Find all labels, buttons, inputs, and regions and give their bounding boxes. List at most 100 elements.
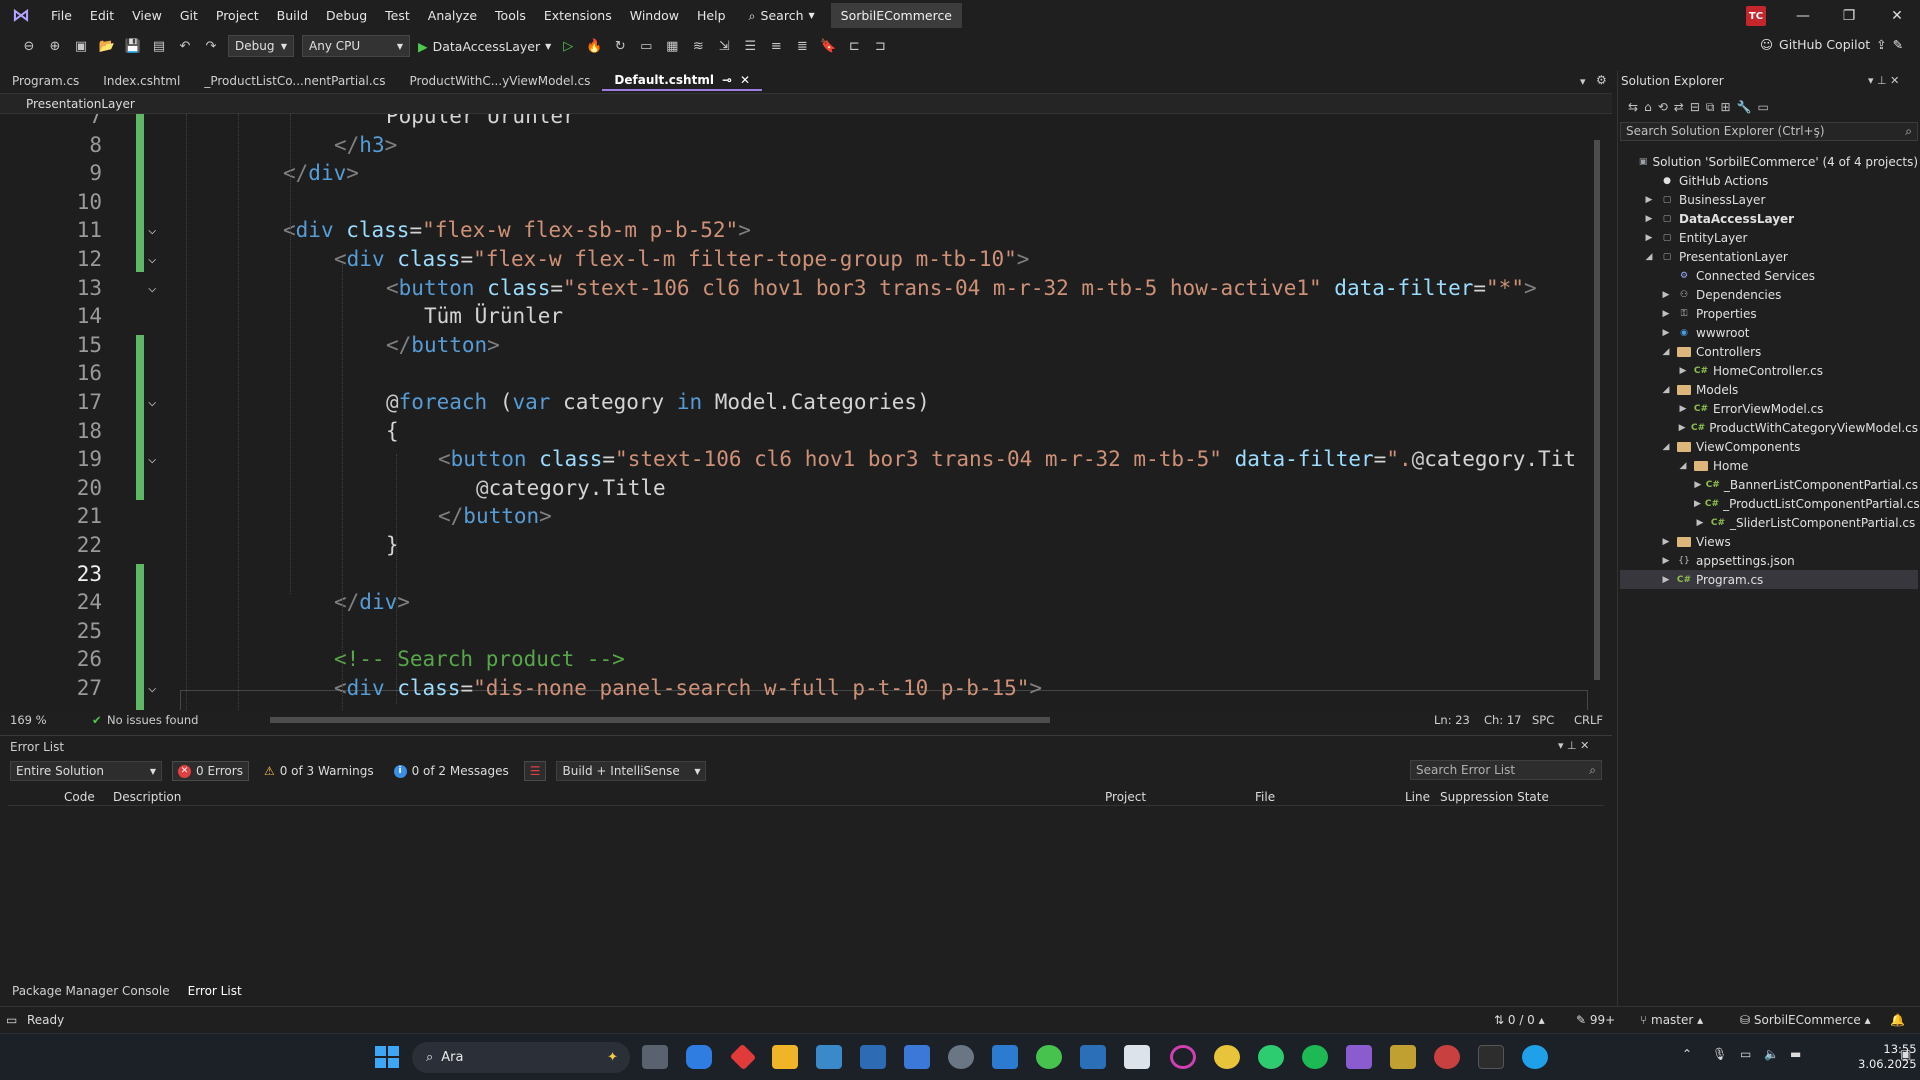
code-line[interactable]: 26 <!-- Search product --> [0,645,1600,674]
tree-item[interactable]: ▶ ◉ wwwroot [1660,323,1918,342]
tree-item[interactable]: ◢ Home [1677,456,1918,475]
chrome-profile-icon[interactable] [1434,1045,1460,1069]
expand-arrow-icon[interactable]: ▶ [1694,499,1701,509]
warnings-filter-button[interactable]: ⚠ 0 of 3 Warnings [259,761,379,781]
outline-icon[interactable]: ☰ [741,39,759,54]
undo-icon[interactable]: ↶ [176,39,194,54]
expand-arrow-icon[interactable]: ▶ [1694,518,1706,528]
code-line[interactable]: 7 Popüler Ürünler [0,114,1600,131]
expand-arrow-icon[interactable]: ▶ [1677,366,1689,376]
menu-test[interactable]: Test [376,8,419,23]
forward-icon[interactable]: ⊕ [46,39,64,54]
tab-index-cshtml[interactable]: Index.cshtml [91,71,192,91]
save-icon[interactable]: 💾 [124,39,142,54]
visual-studio-icon[interactable] [1346,1045,1372,1069]
tree-item[interactable]: ▶ ▢ BusinessLayer [1643,190,1918,209]
line-counter[interactable]: ⇅ 0 / 0 ▴ [1494,1013,1545,1027]
pin-icon[interactable]: ⊸ [722,73,732,87]
messages-filter-button[interactable]: i 0 of 2 Messages [389,761,514,781]
column-line[interactable]: Line [1405,790,1430,804]
tree-item[interactable]: ▣ Solution 'SorbilECommerce' (4 of 4 proj… [1626,152,1918,171]
collapse-region-icon[interactable]: ⌵ [148,680,156,696]
settings-gear-icon[interactable] [948,1045,974,1069]
code-line[interactable]: 20 @category.Title [0,474,1600,503]
tab--productlistco-nentpartial-cs[interactable]: _ProductListCo...nentPartial.cs [192,71,397,91]
code-line[interactable]: 14 Tüm Ürünler [0,302,1600,331]
collapse-region-icon[interactable]: ⌵ [148,451,156,467]
refresh-icon[interactable]: ↻ [611,39,629,54]
branch-selector[interactable]: ⑂ master ▴ [1640,1013,1703,1027]
properties-icon[interactable]: 🔧 [1737,100,1752,114]
microphone-icon[interactable]: 🎙 [1712,1047,1727,1061]
copilot-app-icon[interactable] [686,1045,712,1069]
errors-filter-button[interactable]: ✕ 0 Errors [172,761,249,781]
source-dropdown[interactable]: Build + IntelliSense ▼ [556,761,707,781]
taskbar-search[interactable]: ⌕ Ara ✦ [412,1042,630,1073]
snipping-tool-icon[interactable] [1124,1045,1150,1069]
zoom-level[interactable]: 169 % [10,713,47,727]
github-copilot-button[interactable]: ☺ GitHub Copilot ⇪ ✎ [1760,37,1903,52]
column-project[interactable]: Project [1105,790,1146,804]
minimize-button[interactable]: — [1780,0,1826,31]
menu-edit[interactable]: Edit [81,8,123,23]
expand-arrow-icon[interactable]: ▶ [1677,423,1687,433]
tree-item[interactable]: ▶ ⚇ Dependencies [1660,285,1918,304]
code-line[interactable]: 23 [0,560,1600,589]
code-line[interactable]: 11 ⌵ <div class="flex-w flex-sb-m p-b-52"> [0,216,1600,245]
expand-arrow-icon[interactable]: ▶ [1660,575,1672,585]
code-line[interactable]: 12 ⌵ <div class="flex-w flex-l-m filter-to… [0,245,1600,274]
code-line[interactable]: 17 ⌵ @foreach (var category in Model.Categ… [0,388,1600,417]
network-icon[interactable]: ▭ [1740,1047,1751,1061]
notification-center-icon[interactable]: ▣ [1900,1047,1911,1061]
start-debugging-button[interactable]: ▶ DataAccessLayer ▼ [418,39,551,54]
volume-icon[interactable]: 🔈 [1764,1047,1779,1061]
tab-productwithc-yviewmodel-cs[interactable]: ProductWithC...yViewModel.cs [398,71,603,91]
code-line[interactable]: 10 [0,188,1600,217]
code-line[interactable]: 9 </div> [0,159,1600,188]
menu-tools[interactable]: Tools [486,8,535,23]
visual-studio-logo-icon[interactable]: ⋈ [0,0,42,31]
home-icon[interactable]: ⌂ [1644,100,1652,114]
whatsapp-icon[interactable] [1258,1045,1284,1069]
expand-arrow-icon[interactable]: ▶ [1677,404,1689,414]
menu-debug[interactable]: Debug [317,8,376,23]
battery-icon[interactable]: ▬ [1790,1047,1801,1061]
collapse-all-icon[interactable]: ⊟ [1690,100,1700,114]
file-explorer-icon[interactable] [772,1045,798,1069]
sync-icon[interactable]: ⇆ [1628,100,1638,114]
app-window-icon[interactable] [816,1045,842,1069]
app-folder-icon[interactable] [992,1045,1018,1069]
collapse-region-icon[interactable]: ⌵ [148,222,156,238]
app-window-icon-2[interactable] [860,1045,886,1069]
redo-icon[interactable]: ↷ [202,39,220,54]
browser-icon[interactable]: ▭ [637,39,655,54]
tree-item[interactable]: ▶ {} appsettings.json [1660,551,1918,570]
tree-item[interactable]: ▶ ▢ DataAccessLayer [1643,209,1918,228]
collapse-region-icon[interactable]: ⌵ [148,280,156,296]
code-line[interactable]: 24 </div> [0,588,1600,617]
horizontal-scrollbar[interactable] [270,717,1050,723]
expand-arrow-icon[interactable]: ▶ [1660,556,1672,566]
error-list-search[interactable]: Search Error List ⌕ [1410,760,1602,780]
windows-start-icon[interactable] [374,1045,400,1069]
tab-package-manager-console[interactable]: Package Manager Console [0,984,176,998]
pending-changes-icon[interactable]: ⇄ [1674,100,1684,114]
chrome-icon[interactable] [1214,1045,1240,1069]
spotify-icon[interactable] [1302,1045,1328,1069]
terminal-icon[interactable] [1478,1045,1504,1069]
column-code[interactable]: Code [64,790,95,804]
collapse-region-icon[interactable]: ⌵ [148,394,156,410]
uncomment-icon[interactable]: ≣ [793,39,811,54]
switch-views-icon[interactable]: ⊞ [1720,100,1730,114]
search-menu[interactable]: ⌕ Search ▼ [749,8,815,24]
column-description[interactable]: Description [113,790,181,804]
pending-changes[interactable]: ✎ 99+ [1576,1013,1615,1027]
code-line[interactable]: 15 </button> [0,331,1600,360]
project-dropdown[interactable]: PresentationLayer [0,97,530,111]
collapse-region-icon[interactable]: ⌵ [148,251,156,267]
menu-window[interactable]: Window [621,8,688,23]
tree-item[interactable]: ▶ C# Program.cs [1620,570,1918,589]
close-window-button[interactable]: ✕ [1874,0,1920,31]
tree-item[interactable]: ◢ Models [1660,380,1918,399]
build-filter-icon[interactable]: ☰ [523,761,547,781]
